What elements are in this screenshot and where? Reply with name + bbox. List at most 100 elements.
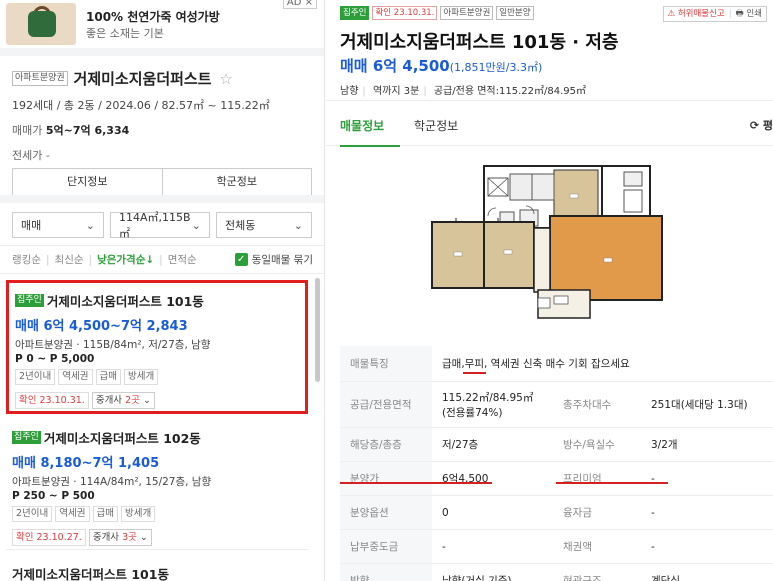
owner-tag: 집주인 — [340, 6, 370, 20]
row-label: 납부중도금 — [340, 530, 432, 563]
detail-tabs: 매물정보 학군정보 ⟳ 평 — [326, 100, 773, 147]
bag-icon — [28, 11, 56, 37]
print-label: 인쇄 — [746, 9, 762, 19]
row-value: - — [651, 506, 655, 519]
trade-type-value: 매매 — [21, 219, 42, 232]
sort-low-price[interactable]: 낮은가격순↓ — [97, 252, 154, 267]
row-value: 계단식 — [651, 575, 680, 581]
floorplan-image[interactable] — [426, 160, 666, 320]
same-listing-label: 동일매물 묶기 — [251, 254, 313, 266]
listing-list: 집주인 거제미소지움더퍼스트 101동 매매 6억 4,500~7억 2,843 … — [0, 273, 324, 581]
owner-tag: 집주인 — [12, 431, 41, 444]
sort-bar: 랭킹순 | 최신순 | 낮은가격순↓ | 면적순 ✓ 동일매물 묶기 — [0, 245, 324, 273]
listing-name: 거제미소지움더퍼스트 101동 — [46, 294, 204, 309]
list-item[interactable]: 집주인 거제미소지움더퍼스트 101동 매매 6억 4,500~7억 2,843 … — [6, 280, 308, 414]
listing-premium: P 0 ~ P 5,000 — [15, 353, 95, 365]
siren-icon: ⚠ — [667, 9, 676, 19]
row-label: 융자금 — [563, 507, 592, 519]
school-info-button[interactable]: 학군정보 — [161, 169, 312, 195]
listing-price: 매매 8,180~7억 1,405 — [12, 456, 160, 471]
detail-tools: ⚠ 허위매물신고 | 🖶 인쇄 — [662, 6, 767, 22]
checkbox-checked-icon[interactable]: ✓ — [234, 253, 248, 266]
detail-title: 거제미소지움더퍼스트 101동 · 저층 — [340, 32, 619, 53]
sort-latest[interactable]: 최신순 — [55, 252, 84, 267]
sort-area[interactable]: 면적순 — [168, 252, 197, 267]
sale-type-tag: 일반분양 — [496, 6, 534, 20]
confirm-tag: 확인 23.10.31. — [372, 6, 438, 20]
listing-name: 거제미소지움더퍼스트 101동 — [12, 567, 169, 581]
detail-price: 매매 6억 4,500(1,851만원/3.3㎡) — [340, 55, 542, 76]
scrollbar[interactable] — [315, 278, 320, 382]
list-item[interactable]: 거제미소지움더퍼스트 101동 — [6, 556, 308, 581]
row-label: 매물특징 — [340, 346, 432, 381]
price-per: (1,851만원/3.3㎡) — [449, 61, 543, 74]
sale-value: 5억~7억 6,334 — [45, 124, 130, 137]
detail-panel: 집주인 확인 23.10.31. 아파트분양권 일반분양 ⚠ 허위매물신고 | … — [326, 0, 773, 581]
row-value: 251대(세대당 1.3대) — [651, 399, 748, 411]
trade-type-select[interactable]: 매매 ⌄ — [12, 212, 104, 238]
row-value: - — [651, 472, 655, 485]
area-select[interactable]: 114A㎡,115B㎡ ⌄ — [110, 211, 210, 240]
area-value: 114A㎡,115B㎡ — [119, 211, 191, 240]
row-value: 0 — [442, 506, 449, 519]
complex-summary: 아파트분양권 거제미소지움더퍼스트 ☆ 192세대 / 총 2동 / 2024.… — [0, 48, 324, 196]
ad-banner[interactable]: 100% 천연가죽 여성가방 좋은 소재는 기본 AD × — [0, 0, 324, 48]
pyeong-toggle[interactable]: ⟳ 평 — [750, 117, 773, 133]
row-label: 공급/전용면적 — [340, 382, 432, 427]
print-icon: 🖶 — [735, 9, 744, 19]
row-label: 해당층/총층 — [340, 428, 432, 461]
complex-name[interactable]: 거제미소지움더퍼스트 — [74, 70, 212, 88]
agent-dropdown-button[interactable]: 중개사 2곳 ⌄ — [91, 392, 155, 409]
filter-bar: 매매 ⌄ 114A㎡,115B㎡ ⌄ 전체동 ⌄ — [0, 195, 324, 245]
row-value: 6억4,500 — [442, 473, 489, 485]
chevron-down-icon: ⌄ — [139, 395, 151, 406]
list-item[interactable]: 집주인 거제미소지움더퍼스트 102동 매매 8,180~7억 1,405 아파트… — [6, 420, 308, 550]
row-label: 총주차대수 — [563, 399, 612, 411]
same-listing-toggle[interactable]: ✓ 동일매물 묶기 — [234, 252, 313, 267]
chevron-down-icon: ⌄ — [136, 532, 148, 543]
chip: 2년이내 — [12, 506, 53, 522]
sale-label: 매매가 — [12, 124, 43, 137]
agent-count: 3곳 — [122, 532, 137, 543]
listing-desc: 아파트분양권 · 115B/84m², 저/27층, 남향 — [15, 339, 211, 351]
row-value: - — [442, 540, 446, 553]
listing-details-table: 매물특징 급매, 무피, 역세권 신축 매수 기회 잡으세요 공급/전용면적 1… — [340, 346, 773, 581]
detail-info: 남향 | 역까지 3분 | 공급/전용 면적:115.22㎡/84.95㎡ — [340, 86, 586, 97]
table-row: 공급/전용면적 115.22㎡/84.95㎡(전용률74%) 총주차대수 251… — [340, 382, 773, 428]
sort-ranking[interactable]: 랭킹순 — [12, 252, 41, 267]
chevron-down-icon: ⌄ — [85, 218, 95, 232]
complex-info: 192세대 / 총 2동 / 2024.06 / 82.57㎡ ~ 115.22… — [12, 99, 270, 112]
report-button[interactable]: ⚠ 허위매물신고 — [668, 7, 725, 21]
row-value: 115.22㎡/84.95㎡(전용률74%) — [442, 391, 534, 419]
listing-desc: 아파트분양권 · 114A/84m², 15/27층, 남향 — [12, 476, 212, 488]
row-value: 남향(거실 기준) — [442, 575, 512, 581]
row-label: 채권액 — [563, 541, 592, 553]
chip: 역세권 — [58, 369, 93, 385]
feature-highlight: 무피 — [462, 358, 487, 374]
row-value: - — [651, 540, 655, 553]
area-info: 공급/전용 면적:115.22㎡/84.95㎡ — [433, 86, 586, 97]
owner-tag: 집주인 — [15, 294, 44, 307]
annotation-underline-premium — [556, 482, 668, 484]
agent-dropdown-button[interactable]: 중개사 3곳 ⌄ — [88, 529, 152, 546]
tab-school-info[interactable]: 학군정보 — [414, 117, 458, 134]
row-label: 방수/욕실수 — [563, 439, 615, 451]
complex-info-button[interactable]: 단지정보 — [13, 169, 162, 195]
chip: 방세개 — [123, 369, 159, 385]
listing-name: 거제미소지움더퍼스트 102동 — [43, 431, 201, 446]
report-label: 허위매물신고 — [677, 9, 725, 19]
print-button[interactable]: 🖶 인쇄 — [736, 7, 762, 21]
chip: 급매 — [95, 369, 121, 385]
tab-listing-info[interactable]: 매물정보 — [340, 117, 384, 134]
dong-select[interactable]: 전체동 ⌄ — [216, 212, 312, 238]
table-row: 분양옵션 0 융자금 - — [340, 496, 773, 530]
complex-jeonse-price: 전세가 - — [12, 149, 50, 162]
confirm-date: 확인 23.10.27. — [12, 529, 86, 546]
annotation-underline-presale — [340, 482, 492, 484]
row-value: 3/2개 — [651, 439, 678, 451]
favorite-star-icon[interactable]: ☆ — [219, 70, 232, 88]
listing-chips: 2년이내 역세권 급매 방세개 — [15, 369, 299, 385]
row-label: 분양가 — [340, 462, 432, 495]
ad-close-button[interactable]: AD × — [282, 0, 317, 9]
chip: 2년이내 — [15, 369, 56, 385]
